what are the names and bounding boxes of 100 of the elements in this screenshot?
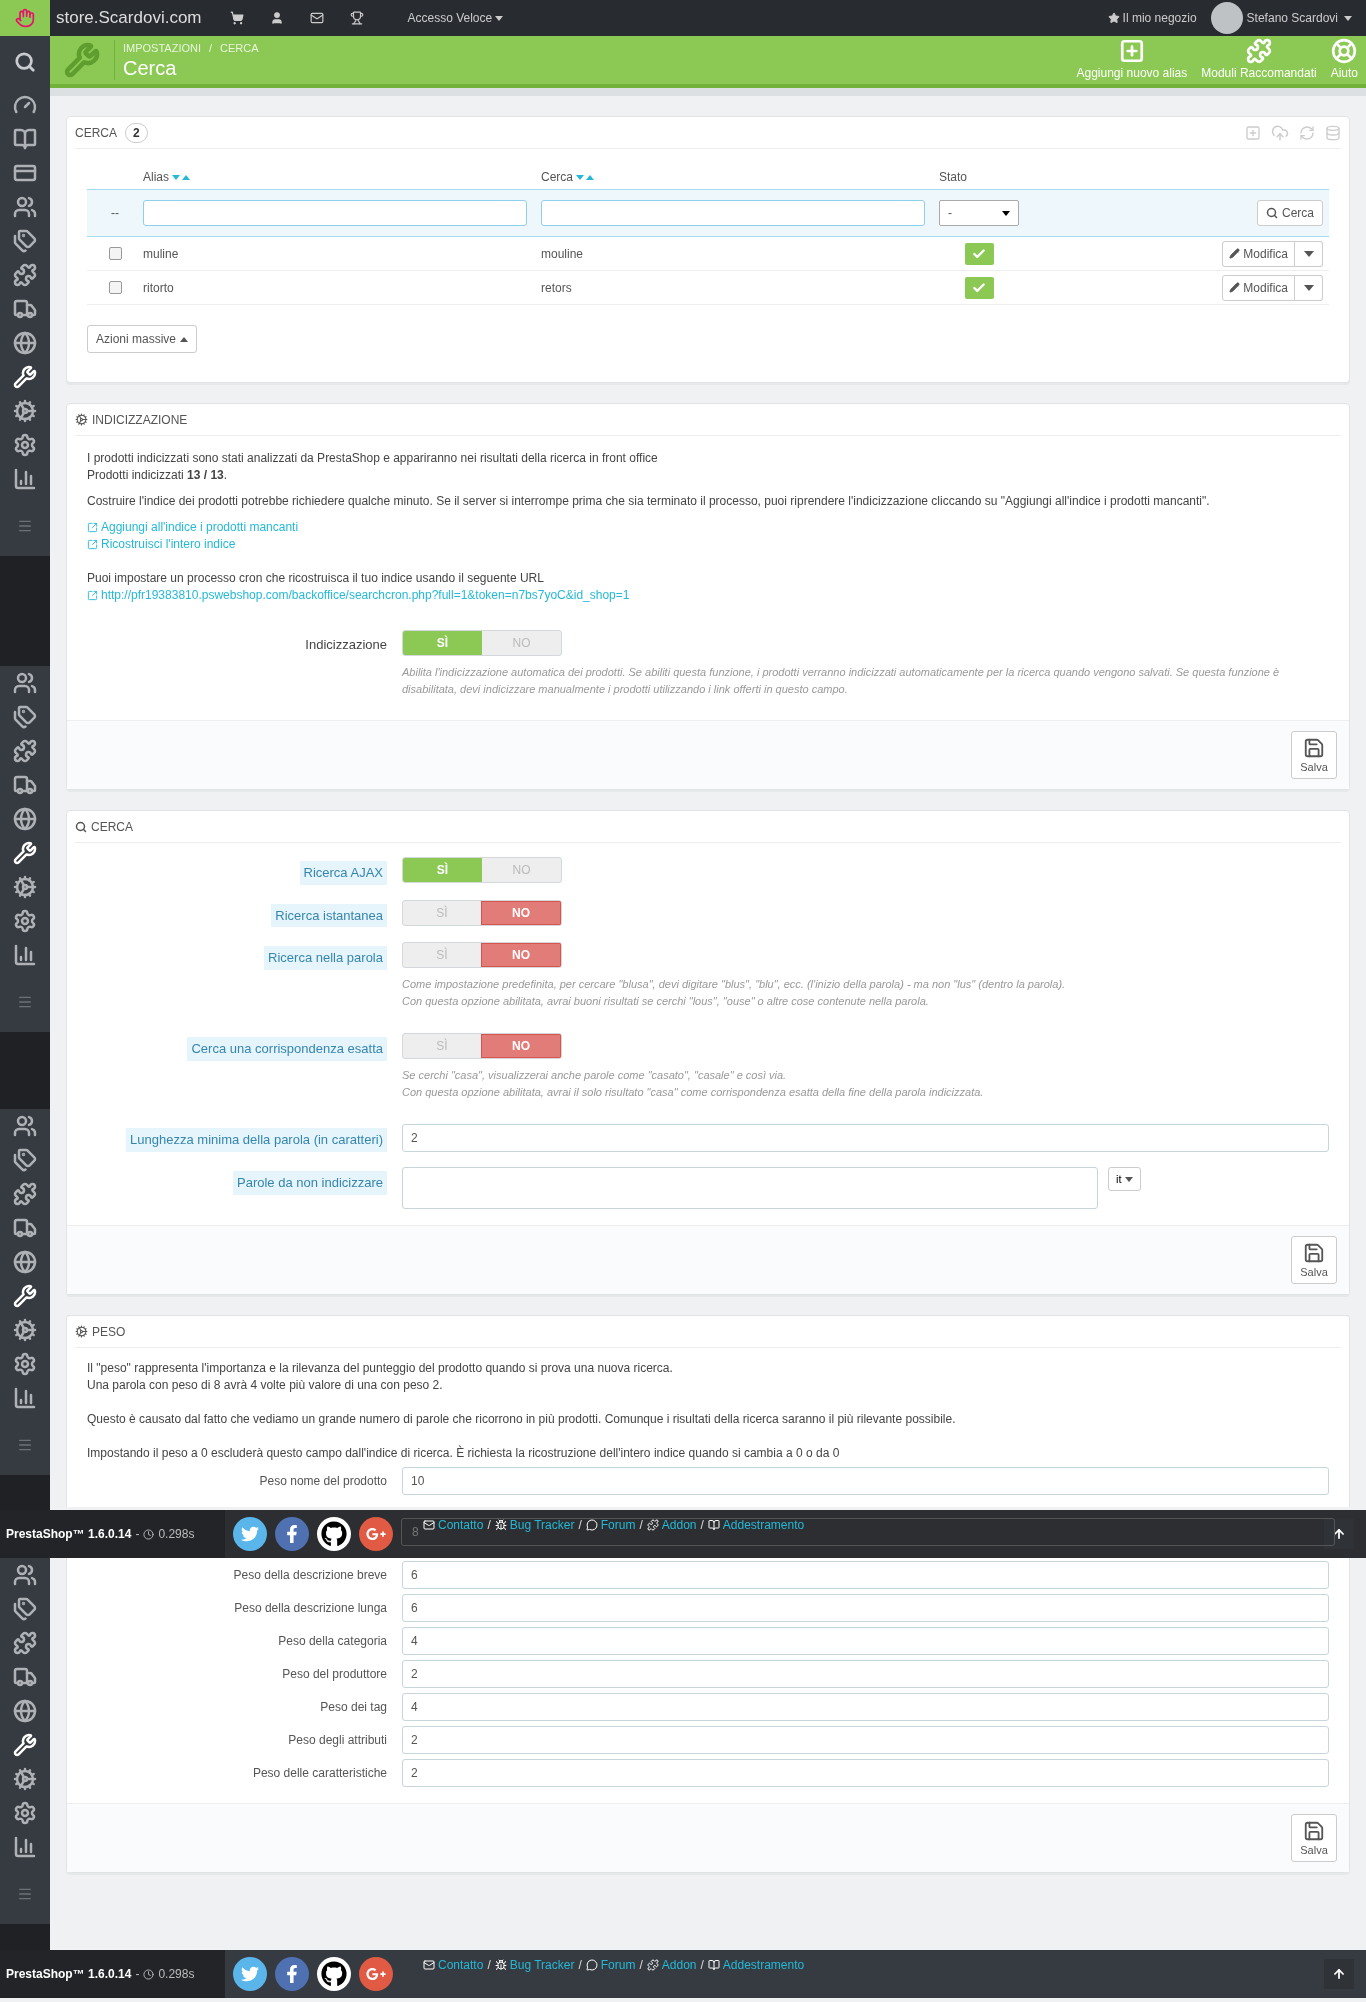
scroll-top-button[interactable] bbox=[1324, 1959, 1354, 1989]
users-icon[interactable] bbox=[13, 671, 37, 695]
input-field[interactable]: 2 bbox=[402, 1124, 1329, 1152]
footer-link[interactable]: Forum bbox=[585, 1956, 636, 1974]
row-checkbox[interactable] bbox=[108, 247, 122, 260]
my-shop-link[interactable]: Il mio negozio bbox=[1107, 9, 1197, 27]
puzzle-icon[interactable] bbox=[13, 1631, 37, 1655]
user-menu[interactable]: Stefano Scardovi bbox=[1246, 9, 1352, 27]
tags-icon[interactable] bbox=[13, 1148, 37, 1172]
input-field[interactable]: 6 bbox=[402, 1593, 1329, 1622]
truck-icon[interactable] bbox=[13, 297, 37, 321]
cogs-icon[interactable] bbox=[13, 1318, 37, 1342]
status-select[interactable]: - bbox=[939, 200, 1019, 226]
bar-chart-icon[interactable] bbox=[13, 467, 37, 491]
edit-button[interactable]: Modifica bbox=[1222, 274, 1295, 301]
cart-icon[interactable] bbox=[229, 11, 244, 25]
tags-icon[interactable] bbox=[13, 229, 37, 253]
input-field[interactable]: 10 bbox=[402, 1466, 1329, 1495]
cogs-icon[interactable] bbox=[13, 399, 37, 423]
users-icon[interactable] bbox=[13, 195, 37, 219]
filter-input[interactable] bbox=[143, 200, 527, 226]
footer-link[interactable]: Addestramento bbox=[707, 1956, 805, 1974]
bulk-actions-button[interactable]: Azioni massive bbox=[87, 325, 198, 353]
book-icon[interactable] bbox=[13, 127, 37, 151]
bar-chart-icon[interactable] bbox=[13, 1835, 37, 1859]
input-field[interactable]: 2 bbox=[402, 1659, 1329, 1688]
facebook-icon[interactable] bbox=[275, 1957, 309, 1991]
settings-icon[interactable] bbox=[13, 1352, 37, 1376]
field-label[interactable]: Ricerca istantanea bbox=[271, 903, 387, 927]
truck-icon[interactable] bbox=[13, 1665, 37, 1689]
google-plus-icon[interactable] bbox=[359, 1957, 393, 1991]
field-label[interactable]: Cerca una corrispondenza esatta bbox=[187, 1037, 387, 1061]
users-icon[interactable] bbox=[13, 1563, 37, 1587]
avatar[interactable] bbox=[1210, 2, 1243, 34]
wrench-icon[interactable] bbox=[13, 365, 37, 389]
quick-access-dropdown[interactable]: Accesso Veloce bbox=[407, 9, 504, 27]
puzzle-icon[interactable] bbox=[13, 739, 37, 763]
textarea-field[interactable] bbox=[402, 1167, 1098, 1209]
footer-link[interactable]: Contatto bbox=[423, 1956, 484, 1974]
twitter-icon[interactable] bbox=[233, 1517, 267, 1551]
footer-link[interactable]: Bug Tracker bbox=[494, 1956, 575, 1974]
truck-icon[interactable] bbox=[13, 1216, 37, 1240]
truck-icon[interactable] bbox=[13, 773, 37, 797]
twitter-icon[interactable] bbox=[233, 1957, 267, 1991]
globe-icon[interactable] bbox=[13, 1250, 37, 1274]
shop-name[interactable]: store.Scardovi.com bbox=[56, 5, 202, 31]
cogs-icon[interactable] bbox=[13, 1767, 37, 1791]
dropdown-toggle[interactable] bbox=[1295, 240, 1323, 267]
edit-button[interactable]: Modifica bbox=[1222, 240, 1295, 267]
footer-link[interactable]: Addon bbox=[646, 1516, 697, 1534]
settings-icon[interactable] bbox=[13, 1801, 37, 1825]
tags-icon[interactable] bbox=[13, 705, 37, 729]
dropdown-toggle[interactable] bbox=[1295, 274, 1323, 301]
field-label[interactable]: Parole da non indicizzare bbox=[233, 1171, 387, 1195]
footer-link[interactable]: Addestramento bbox=[707, 1516, 805, 1534]
google-plus-icon[interactable] bbox=[359, 1517, 393, 1551]
github-icon[interactable] bbox=[317, 1957, 351, 1991]
wrench-icon[interactable] bbox=[13, 1733, 37, 1757]
language-dropdown[interactable]: it bbox=[1108, 1167, 1141, 1191]
scroll-top-button[interactable] bbox=[1324, 1519, 1354, 1549]
mail-icon[interactable] bbox=[309, 11, 324, 25]
github-icon[interactable] bbox=[317, 1517, 351, 1551]
globe-icon[interactable] bbox=[13, 331, 37, 355]
input-field[interactable]: 4 bbox=[402, 1692, 1329, 1721]
settings-icon[interactable] bbox=[13, 909, 37, 933]
globe-icon[interactable] bbox=[13, 807, 37, 831]
input-field[interactable]: 4 bbox=[402, 1626, 1329, 1655]
switch-option[interactable]: NO bbox=[481, 1034, 561, 1058]
wrench-icon[interactable] bbox=[13, 841, 37, 865]
filter-input[interactable] bbox=[541, 200, 925, 226]
user-icon[interactable] bbox=[269, 11, 284, 25]
search-icon[interactable] bbox=[14, 51, 36, 73]
footer-link[interactable]: Contatto bbox=[423, 1516, 484, 1534]
facebook-icon[interactable] bbox=[275, 1517, 309, 1551]
save-button[interactable]: Salva bbox=[1291, 1814, 1337, 1862]
wrench-icon[interactable] bbox=[13, 1284, 37, 1308]
input-field[interactable]: 2 bbox=[402, 1725, 1329, 1754]
input-field[interactable]: 2 bbox=[402, 1758, 1329, 1787]
save-button[interactable]: Salva bbox=[1291, 731, 1337, 779]
column-header[interactable]: Alias bbox=[143, 168, 190, 186]
tags-icon[interactable] bbox=[13, 1597, 37, 1621]
bar-chart-icon[interactable] bbox=[13, 943, 37, 967]
footer-link[interactable]: Bug Tracker bbox=[494, 1516, 575, 1534]
globe-icon[interactable] bbox=[13, 1699, 37, 1723]
users-icon[interactable] bbox=[13, 1114, 37, 1138]
switch-option[interactable]: NO bbox=[481, 900, 561, 925]
column-header[interactable]: Cerca bbox=[541, 168, 594, 186]
bar-chart-icon[interactable] bbox=[13, 1386, 37, 1410]
input-field[interactable]: 6 bbox=[402, 1560, 1329, 1589]
search-button[interactable]: Cerca bbox=[1257, 200, 1323, 226]
settings-icon[interactable] bbox=[13, 433, 37, 457]
cogs-icon[interactable] bbox=[13, 875, 37, 899]
puzzle-icon[interactable] bbox=[13, 263, 37, 287]
field-label[interactable]: Ricerca nella parola bbox=[264, 946, 387, 970]
footer-link[interactable]: Addon bbox=[646, 1956, 697, 1974]
puzzle-icon[interactable] bbox=[13, 1182, 37, 1206]
footer-link[interactable]: Forum bbox=[585, 1516, 636, 1534]
switch-option[interactable]: NO bbox=[481, 943, 561, 967]
trophy-icon[interactable] bbox=[349, 11, 364, 25]
column-header[interactable]: Stato bbox=[939, 168, 968, 186]
